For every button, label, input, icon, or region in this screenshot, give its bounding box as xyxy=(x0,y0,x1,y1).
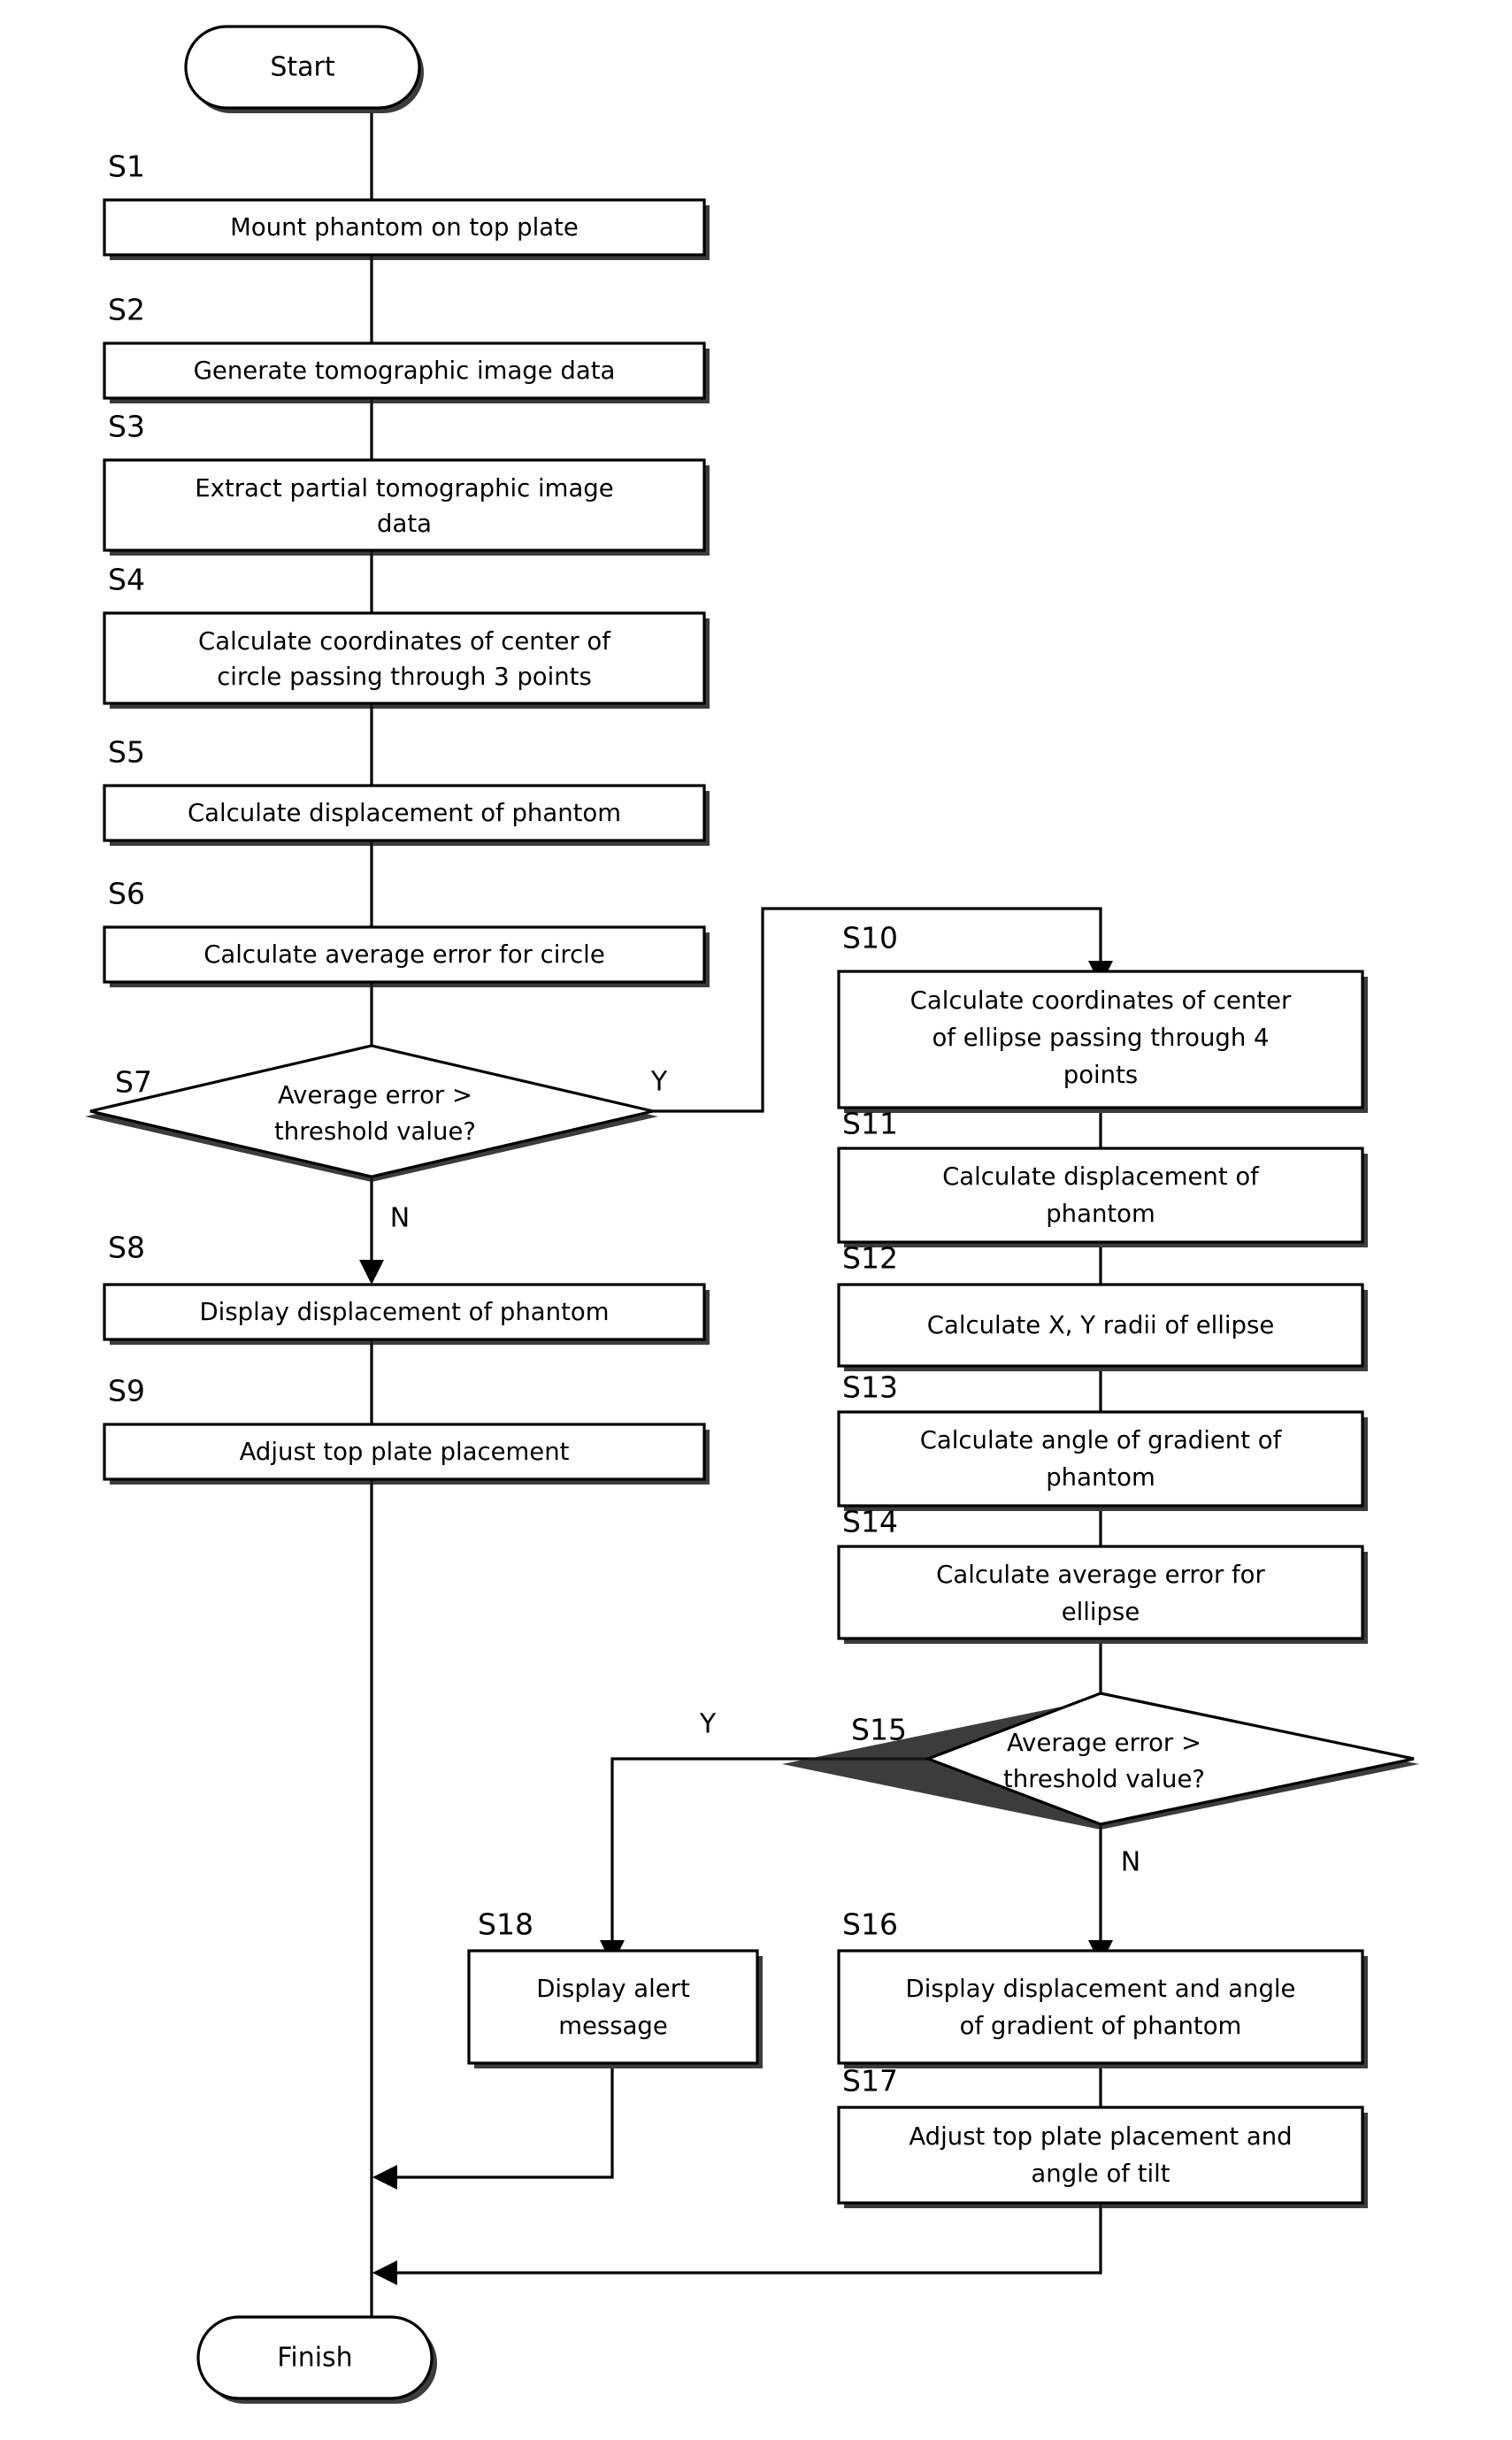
node-s11[interactable]: S11 Calculate displacement of phantom xyxy=(837,1107,1368,1248)
node-s3[interactable]: S3 Extract partial tomographic image dat… xyxy=(103,410,710,556)
arrowhead-s17-to-spine xyxy=(372,2260,397,2285)
step-label-s10: S10 xyxy=(842,921,898,955)
node-text-s17-line1: Adjust top plate placement and xyxy=(909,2122,1292,2151)
node-text-s18-line1: Display alert xyxy=(536,1975,690,2003)
node-s15[interactable]: S15 Average error > threshold value? xyxy=(782,1692,1419,1830)
arrowhead-s7-to-s8 xyxy=(359,1260,384,1285)
node-text-s17-line2: angle of tilt xyxy=(1031,2160,1170,2188)
step-label-s17: S17 xyxy=(842,2064,898,2099)
node-s16[interactable]: S16 Display displacement and angle of gr… xyxy=(837,1907,1368,2069)
step-label-s16: S16 xyxy=(842,1907,898,1942)
step-label-s11: S11 xyxy=(842,1107,898,1141)
node-s18[interactable]: S18 Display alert message xyxy=(467,1907,763,2069)
node-text-s6-line1: Calculate average error for circle xyxy=(203,940,605,969)
node-text-s2-line1: Generate tomographic image data xyxy=(194,357,616,385)
node-text-s10-line1: Calculate coordinates of center xyxy=(910,986,1292,1015)
node-text-s7-line2: threshold value? xyxy=(274,1117,476,1146)
node-text-s11-line2: phantom xyxy=(1046,1200,1155,1228)
step-label-s18: S18 xyxy=(478,1907,533,1942)
node-text-s7-line1: Average error > xyxy=(278,1081,472,1109)
flowchart-canvas: Start S1 Mount phantom on top plate S2 G… xyxy=(0,0,1512,2440)
node-text-s14-line2: ellipse xyxy=(1062,1598,1140,1626)
node-text-s18-line2: message xyxy=(558,2012,668,2040)
node-text-s13-line2: phantom xyxy=(1046,1463,1155,1492)
step-label-s3: S3 xyxy=(108,410,145,444)
node-text-s11-line1: Calculate displacement of xyxy=(942,1162,1260,1191)
branch-label-s15-no: N xyxy=(1121,1847,1140,1878)
step-label-s13: S13 xyxy=(842,1370,898,1405)
node-s12[interactable]: S12 Calculate X, Y radii of ellipse xyxy=(837,1241,1368,1372)
node-s13[interactable]: S13 Calculate angle of gradient of phant… xyxy=(837,1370,1368,1512)
node-text-s13-line1: Calculate angle of gradient of xyxy=(920,1426,1283,1454)
node-text-s8-line1: Display displacement of phantom xyxy=(200,1298,610,1326)
node-text-s1-line1: Mount phantom on top plate xyxy=(230,213,579,242)
connector-s17-to-spine xyxy=(387,2203,1102,2275)
node-s7[interactable]: S7 Average error > threshold value? xyxy=(85,1044,658,1182)
step-label-s5: S5 xyxy=(108,735,145,770)
node-text-s4-line2: circle passing through 3 points xyxy=(217,663,592,691)
node-s9[interactable]: S9 Adjust top plate placement xyxy=(103,1374,710,1485)
node-text-s10-line2: of ellipse passing through 4 xyxy=(932,1024,1269,1052)
node-s1[interactable]: S1 Mount phantom on top plate xyxy=(103,150,710,261)
arrowhead-s18-to-spine xyxy=(372,2165,397,2190)
start-label: Start xyxy=(270,52,335,83)
flowchart-svg: Start S1 Mount phantom on top plate S2 G… xyxy=(85,25,1419,2404)
step-label-s1: S1 xyxy=(108,150,145,184)
step-label-s2: S2 xyxy=(108,293,145,327)
branch-label-s15-yes: Y xyxy=(699,1709,717,1740)
node-s5[interactable]: S5 Calculate displacement of phantom xyxy=(103,735,710,847)
node-text-s9-line1: Adjust top plate placement xyxy=(240,1438,570,1466)
node-text-s15-line2: threshold value? xyxy=(1003,1765,1205,1793)
node-s2[interactable]: S2 Generate tomographic image data xyxy=(103,293,710,404)
connector-s18-to-spine xyxy=(387,2068,614,2179)
step-label-s4: S4 xyxy=(108,563,145,597)
step-label-s8: S8 xyxy=(108,1231,145,1265)
node-text-s3-line2: data xyxy=(377,510,432,538)
finish-label: Finish xyxy=(277,2343,352,2374)
step-label-s14: S14 xyxy=(842,1505,898,1539)
node-s6[interactable]: S6 Calculate average error for circle xyxy=(103,877,710,988)
node-s10[interactable]: S10 Calculate coordinates of center of e… xyxy=(837,921,1368,1114)
node-s14[interactable]: S14 Calculate average error for ellipse xyxy=(837,1505,1368,1645)
node-s8[interactable]: S8 Display displacement of phantom xyxy=(103,1231,710,1346)
node-s4[interactable]: S4 Calculate coordinates of center of ci… xyxy=(103,563,710,710)
node-text-s3-line1: Extract partial tomographic image xyxy=(195,474,613,503)
node-text-s5-line1: Calculate displacement of phantom xyxy=(188,799,621,827)
branch-label-s7-yes: Y xyxy=(650,1067,668,1098)
node-text-s4-line1: Calculate coordinates of center of xyxy=(198,627,611,656)
step-label-s9: S9 xyxy=(108,1374,145,1408)
node-text-s16-line1: Display displacement and angle xyxy=(906,1975,1296,2003)
step-label-s12: S12 xyxy=(842,1241,898,1276)
node-text-s14-line1: Calculate average error for xyxy=(936,1561,1265,1589)
branch-label-s7-no: N xyxy=(390,1203,410,1234)
node-text-s10-line3: points xyxy=(1063,1061,1138,1089)
node-s17[interactable]: S17 Adjust top plate placement and angle… xyxy=(837,2064,1368,2209)
node-text-s12-line1: Calculate X, Y radii of ellipse xyxy=(927,1311,1274,1339)
step-label-s7: S7 xyxy=(115,1065,152,1100)
step-label-s6: S6 xyxy=(108,877,145,911)
node-finish[interactable]: Finish xyxy=(196,2315,437,2404)
node-text-s15-line1: Average error > xyxy=(1007,1729,1201,1757)
node-start[interactable]: Start xyxy=(184,25,424,113)
node-text-s16-line2: of gradient of phantom xyxy=(960,2012,1242,2040)
